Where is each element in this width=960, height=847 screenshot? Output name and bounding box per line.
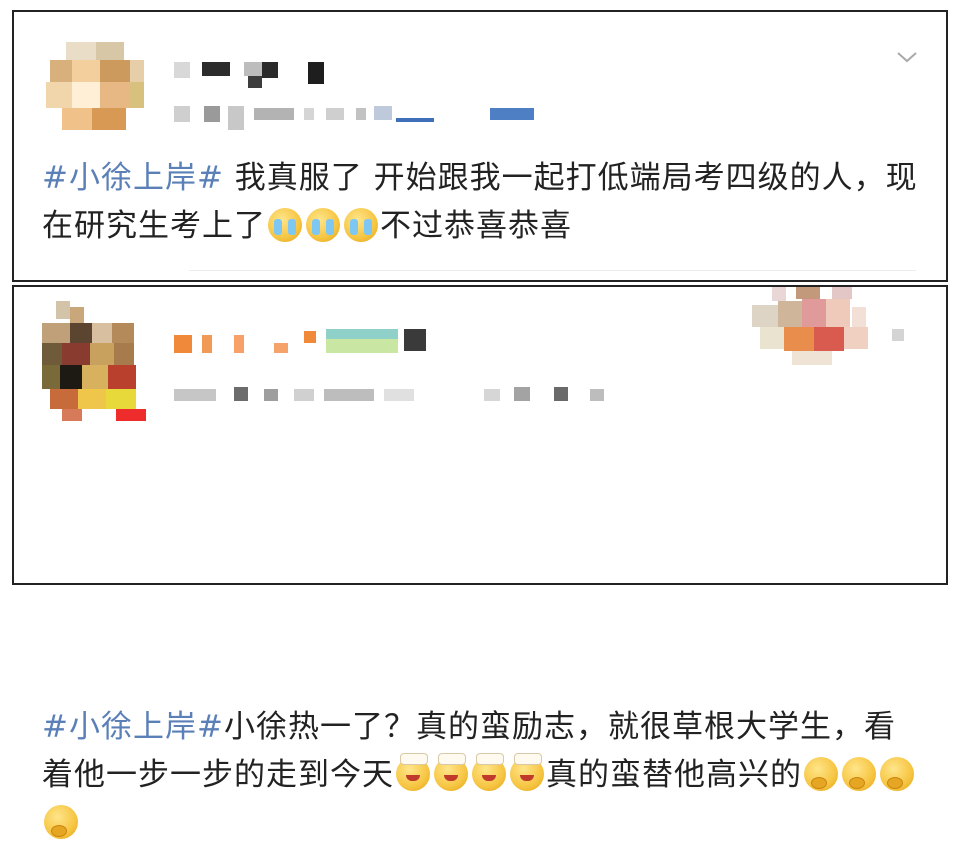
topic-link[interactable]: #小徐上岸#	[42, 709, 224, 745]
thinking-emoji	[804, 757, 838, 791]
avatar[interactable]	[46, 42, 146, 134]
post-suffix: 不过恭喜恭喜	[380, 208, 572, 244]
avatar[interactable]	[42, 301, 146, 421]
chevron-down-icon[interactable]	[896, 46, 918, 68]
cry-emoji	[268, 208, 302, 242]
post-meta	[174, 100, 544, 130]
divider	[189, 270, 916, 271]
post-card[interactable]: #小徐上岸#小徐热一了？真的蛮励志，就很草根大学生，看着他一步一步的走到今天 真的…	[12, 285, 948, 839]
post-text: #小徐上岸# 我真服了 开始跟我一起打低端局考四级的人，现在研究生考上了 不过恭喜…	[42, 154, 922, 250]
post-middle: 真的蛮替他高兴的	[546, 757, 802, 793]
post-meta	[174, 383, 644, 407]
graduation-emoji	[510, 753, 544, 791]
cry-emoji	[344, 208, 378, 242]
graduation-emoji	[396, 753, 430, 791]
post-text: #小徐上岸#小徐热一了？真的蛮励志，就很草根大学生，看着他一步一步的走到今天 真的…	[42, 703, 922, 847]
thinking-emoji	[880, 757, 914, 791]
graduation-emoji	[472, 753, 506, 791]
topic-link[interactable]: #小徐上岸#	[42, 160, 224, 196]
thinking-emoji	[44, 805, 78, 839]
thumbnail-image[interactable]	[752, 287, 904, 365]
graduation-emoji	[434, 753, 468, 791]
cry-emoji	[306, 208, 340, 242]
username[interactable]	[174, 329, 454, 359]
thinking-emoji	[842, 757, 876, 791]
username[interactable]	[174, 56, 374, 88]
post-card[interactable]: #小徐上岸# 我真服了 开始跟我一起打低端局考四级的人，现在研究生考上了 不过恭喜…	[12, 10, 948, 282]
